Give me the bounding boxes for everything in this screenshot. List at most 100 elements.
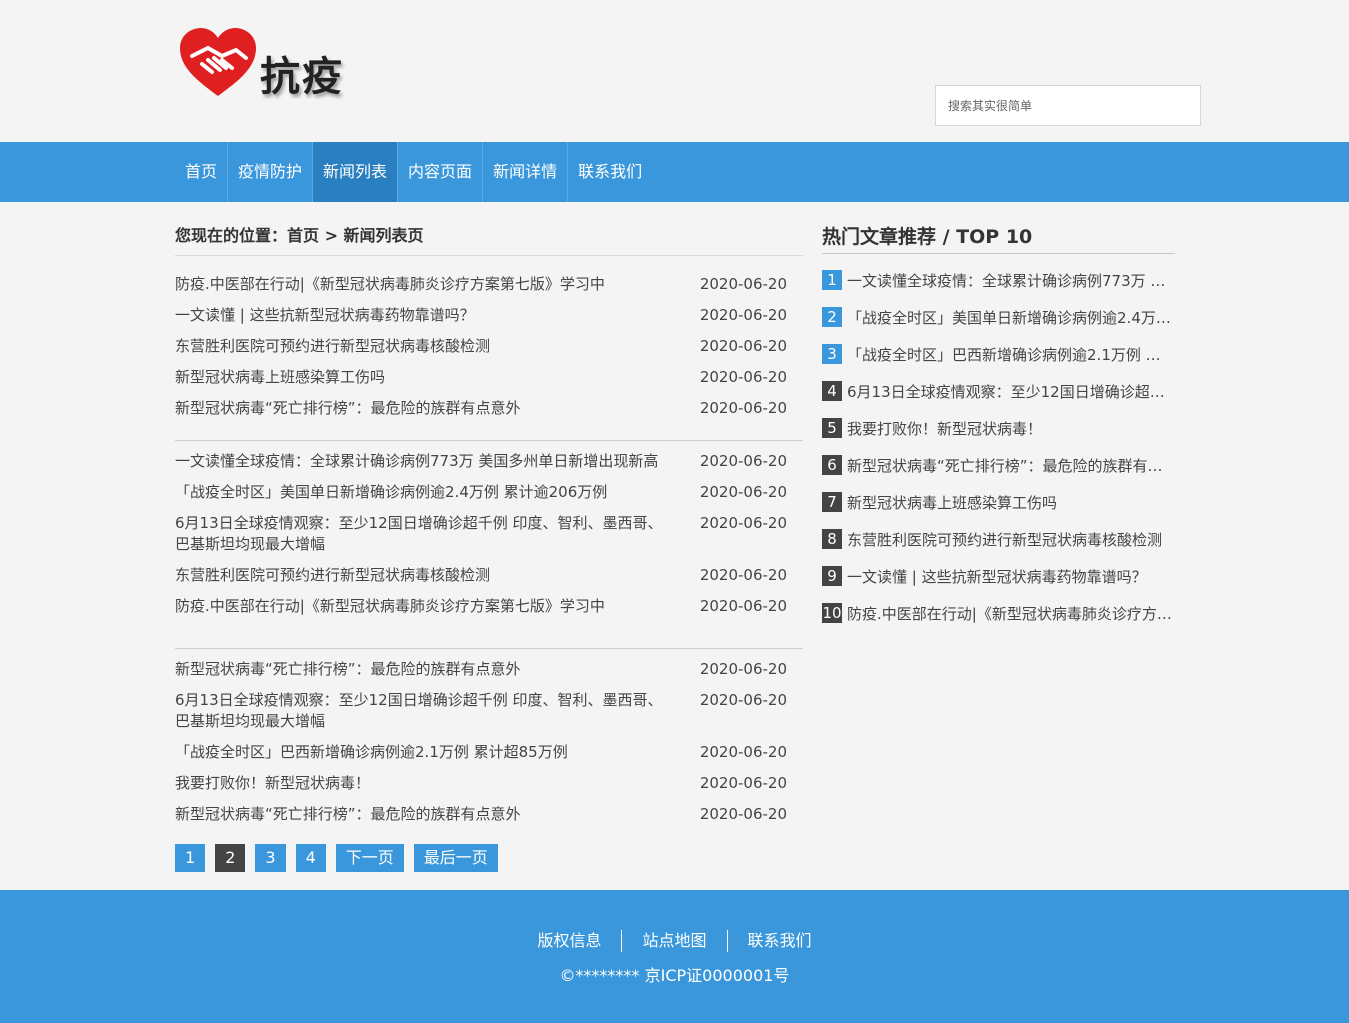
hot-article-link[interactable]: 防疫.中医部在行动|《新型冠状病毒肺炎诊疗方案第七版》学习中 xyxy=(847,603,1175,625)
rank-badge: 6 xyxy=(822,455,842,475)
news-title-link[interactable]: 新型冠状病毒上班感染算工伤吗 xyxy=(175,367,675,388)
footer-links: 版权信息 站点地图 联系我们 xyxy=(0,930,1349,952)
news-item: 一文读懂 | 这些抗新型冠状病毒药物靠谱吗？ 2020-06-20 xyxy=(175,305,803,326)
hot-article-item[interactable]: 3「战疫全时区」巴西新增确诊病例逾2.1万例 累计超85万例 xyxy=(822,344,1175,381)
news-date: 2020-06-20 xyxy=(699,597,787,615)
hot-article-item[interactable]: 2「战疫全时区」美国单日新增确诊病例逾2.4万例 累计逾206万例 xyxy=(822,307,1175,344)
hot-article-item[interactable]: 4 6月13日全球疫情观察：至少12国日增确诊超千例 xyxy=(822,381,1175,418)
news-group: 一文读懂全球疫情：全球累计确诊病例773万 美国多州单日新增出现新高 2020-0… xyxy=(175,440,803,627)
page-button-2-current[interactable]: 2 xyxy=(215,844,246,872)
news-item: 一文读懂全球疫情：全球累计确诊病例773万 美国多州单日新增出现新高 2020-0… xyxy=(175,451,803,472)
breadcrumb: 您现在的位置：首页 > 新闻列表页 xyxy=(175,222,803,256)
hot-article-item[interactable]: 9 一文读懂 | 这些抗新型冠状病毒药物靠谱吗？ xyxy=(822,566,1175,603)
search-input[interactable] xyxy=(936,86,1200,125)
hot-article-item[interactable]: 1一文读懂全球疫情：全球累计确诊病例773万 美国多州单日新增出现新高 xyxy=(822,270,1175,307)
hot-article-link[interactable]: 「战疫全时区」美国单日新增确诊病例逾2.4万例 累计逾206万例 xyxy=(847,307,1175,329)
last-page-button[interactable]: 最后一页 xyxy=(413,844,498,872)
news-date: 2020-06-20 xyxy=(699,514,787,532)
news-title-link[interactable]: 一文读懂全球疫情：全球累计确诊病例773万 美国多州单日新增出现新高 xyxy=(175,451,675,472)
logo-text: 抗疫 xyxy=(260,53,344,100)
rank-badge: 1 xyxy=(822,270,842,290)
news-title-link[interactable]: 防疫.中医部在行动|《新型冠状病毒肺炎诊疗方案第七版》学习中 xyxy=(175,274,675,295)
news-item: 6月13日全球疫情观察：至少12国日增确诊超千例 印度、智利、墨西哥、巴基斯坦均… xyxy=(175,513,803,555)
news-date: 2020-06-20 xyxy=(699,805,787,823)
news-date: 2020-06-20 xyxy=(699,399,787,417)
news-date: 2020-06-20 xyxy=(699,774,787,792)
hot-article-item[interactable]: 7 新型冠状病毒上班感染算工伤吗 xyxy=(822,492,1175,529)
rank-badge: 2 xyxy=(822,307,842,327)
news-date: 2020-06-20 xyxy=(699,306,787,324)
news-title-link[interactable]: 东营胜利医院可预约进行新型冠状病毒核酸检测 xyxy=(175,565,675,586)
news-title-link[interactable]: 6月13日全球疫情观察：至少12国日增确诊超千例 印度、智利、墨西哥、巴基斯坦均… xyxy=(175,513,675,555)
rank-badge: 4 xyxy=(822,381,842,401)
news-item: 我要打败你！新型冠状病毒！ 2020-06-20 xyxy=(175,773,803,794)
hot-articles-list: 1一文读懂全球疫情：全球累计确诊病例773万 美国多州单日新增出现新高 2「战疫… xyxy=(822,270,1175,640)
hot-article-link[interactable]: 新型冠状病毒上班感染算工伤吗 xyxy=(847,492,1175,514)
hot-article-item[interactable]: 5 我要打败你！新型冠状病毒！ xyxy=(822,418,1175,455)
nav-list: 首页 疫情防护 新闻列表 内容页面 新闻详情 联系我们 xyxy=(175,142,652,202)
news-title-link[interactable]: 「战疫全时区」美国单日新增确诊病例逾2.4万例 累计逾206万例 xyxy=(175,482,675,503)
main-nav: 首页 疫情防护 新闻列表 内容页面 新闻详情 联系我们 xyxy=(0,142,1349,202)
news-title-link[interactable]: 防疫.中医部在行动|《新型冠状病毒肺炎诊疗方案第七版》学习中 xyxy=(175,596,675,617)
hot-article-link[interactable]: 东营胜利医院可预约进行新型冠状病毒核酸检测 xyxy=(847,529,1175,551)
rank-badge: 7 xyxy=(822,492,842,512)
rank-badge: 9 xyxy=(822,566,842,586)
nav-item-content-page[interactable]: 内容页面 xyxy=(398,142,484,202)
nav-item-news-detail[interactable]: 新闻详情 xyxy=(483,142,569,202)
rank-badge: 3 xyxy=(822,344,842,364)
news-title-link[interactable]: 6月13日全球疫情观察：至少12国日增确诊超千例 印度、智利、墨西哥、巴基斯坦均… xyxy=(175,690,675,732)
nav-item-contact[interactable]: 联系我们 xyxy=(568,142,652,202)
news-item: 新型冠状病毒上班感染算工伤吗 2020-06-20 xyxy=(175,367,803,388)
news-title-link[interactable]: 东营胜利医院可预约进行新型冠状病毒核酸检测 xyxy=(175,336,675,357)
news-item: 防疫.中医部在行动|《新型冠状病毒肺炎诊疗方案第七版》学习中 2020-06-20 xyxy=(175,596,803,617)
hot-article-link[interactable]: 我要打败你！新型冠状病毒！ xyxy=(847,418,1175,440)
hot-article-link[interactable]: 新型冠状病毒“死亡排行榜”：最危险的族群有点意外 xyxy=(847,455,1175,477)
news-date: 2020-06-20 xyxy=(699,743,787,761)
site-header: 抗疫 xyxy=(0,0,1349,142)
footer-link-copyright[interactable]: 版权信息 xyxy=(517,930,623,952)
nav-item-home[interactable]: 首页 xyxy=(175,142,229,202)
hot-articles-title: 热门文章推荐 / TOP 10 xyxy=(822,222,1175,254)
news-title-link[interactable]: 新型冠状病毒“死亡排行榜”：最危险的族群有点意外 xyxy=(175,804,675,825)
news-title-link[interactable]: 我要打败你！新型冠状病毒！ xyxy=(175,773,675,794)
page-button-1[interactable]: 1 xyxy=(175,844,206,872)
nav-item-prevention[interactable]: 疫情防护 xyxy=(228,142,314,202)
news-item: 6月13日全球疫情观察：至少12国日增确诊超千例 印度、智利、墨西哥、巴基斯坦均… xyxy=(175,690,803,732)
news-title-link[interactable]: 一文读懂 | 这些抗新型冠状病毒药物靠谱吗？ xyxy=(175,305,675,326)
rank-badge: 10 xyxy=(822,603,842,623)
next-page-button[interactable]: 下一页 xyxy=(335,844,404,872)
page-button-4[interactable]: 4 xyxy=(295,844,326,872)
handshake-heart-icon xyxy=(180,28,256,96)
hot-article-item[interactable]: 10防疫.中医部在行动|《新型冠状病毒肺炎诊疗方案第七版》学习中 xyxy=(822,603,1175,640)
hot-article-link[interactable]: 6月13日全球疫情观察：至少12国日增确诊超千例 xyxy=(847,381,1175,403)
site-footer: 版权信息 站点地图 联系我们 ©******** 京ICP证0000001号 xyxy=(0,890,1349,1023)
news-item: 防疫.中医部在行动|《新型冠状病毒肺炎诊疗方案第七版》学习中 2020-06-20 xyxy=(175,274,803,295)
news-date: 2020-06-20 xyxy=(699,368,787,386)
copyright-text: ©******** 京ICP证0000001号 xyxy=(559,966,790,985)
news-item: 「战疫全时区」巴西新增确诊病例逾2.1万例 累计超85万例 2020-06-20 xyxy=(175,742,803,763)
search-box[interactable] xyxy=(935,85,1201,126)
news-item: 东营胜利医院可预约进行新型冠状病毒核酸检测 2020-06-20 xyxy=(175,565,803,586)
news-item: 「战疫全时区」美国单日新增确诊病例逾2.4万例 累计逾206万例 2020-06-… xyxy=(175,482,803,503)
news-date: 2020-06-20 xyxy=(699,566,787,584)
hot-article-item[interactable]: 6 新型冠状病毒“死亡排行榜”：最危险的族群有点意外 xyxy=(822,455,1175,492)
hot-article-item[interactable]: 8 东营胜利医院可预约进行新型冠状病毒核酸检测 xyxy=(822,529,1175,566)
news-date: 2020-06-20 xyxy=(699,275,787,293)
hot-article-link[interactable]: 一文读懂 | 这些抗新型冠状病毒药物靠谱吗？ xyxy=(847,566,1175,588)
nav-item-news-list[interactable]: 新闻列表 xyxy=(313,142,399,202)
news-title-link[interactable]: 新型冠状病毒“死亡排行榜”：最危险的族群有点意外 xyxy=(175,659,675,680)
hot-article-link[interactable]: 一文读懂全球疫情：全球累计确诊病例773万 美国多州单日新增出现新高 xyxy=(847,270,1175,292)
news-group: 防疫.中医部在行动|《新型冠状病毒肺炎诊疗方案第七版》学习中 2020-06-20… xyxy=(175,274,803,429)
hot-article-link[interactable]: 「战疫全时区」巴西新增确诊病例逾2.1万例 累计超85万例 xyxy=(847,344,1175,366)
page-button-3[interactable]: 3 xyxy=(255,844,286,872)
news-title-link[interactable]: 新型冠状病毒“死亡排行榜”：最危险的族群有点意外 xyxy=(175,398,675,419)
site-logo[interactable]: 抗疫 xyxy=(178,24,368,104)
footer-link-contact[interactable]: 联系我们 xyxy=(728,930,832,952)
news-title-link[interactable]: 「战疫全时区」巴西新增确诊病例逾2.1万例 累计超85万例 xyxy=(175,742,675,763)
footer-link-sitemap[interactable]: 站点地图 xyxy=(622,930,728,952)
news-date: 2020-06-20 xyxy=(699,660,787,678)
pagination: 1 2 3 4 下一页 最后一页 xyxy=(175,844,508,872)
news-date: 2020-06-20 xyxy=(699,483,787,501)
news-date: 2020-06-20 xyxy=(699,337,787,355)
news-item: 新型冠状病毒“死亡排行榜”：最危险的族群有点意外 2020-06-20 xyxy=(175,659,803,680)
